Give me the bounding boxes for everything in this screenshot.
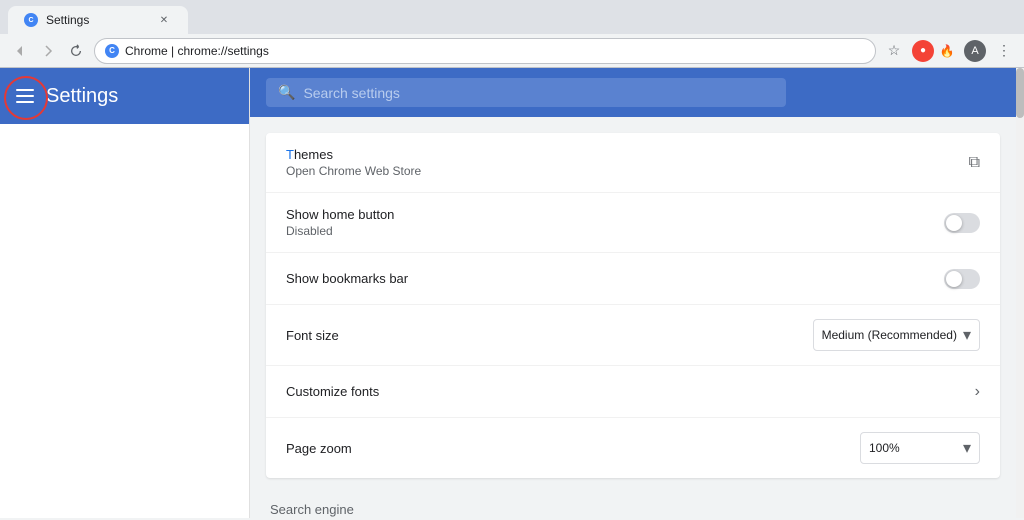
page-zoom-row: Page zoom 100% ▾ [266,418,1000,478]
customize-fonts-title: Customize fonts [286,384,975,399]
active-tab[interactable]: C Settings ✕ [8,6,188,34]
address-text: Chrome | chrome://settings [125,44,865,58]
sidebar-header: Settings [0,68,249,124]
themes-content: Themes Open Chrome Web Store [286,147,969,178]
search-input[interactable] [303,85,774,101]
ext-icon-2[interactable]: 🔥 [936,40,958,62]
toggle-knob-2 [946,271,962,287]
font-size-row: Font size Medium (Recommended) ▾ [266,305,1000,366]
back-btn[interactable] [8,39,32,63]
font-size-action: Medium (Recommended) ▾ [813,319,980,351]
page-zoom-title: Page zoom [286,441,860,456]
chrome-menu-btn[interactable]: ⋮ [992,39,1016,63]
show-bookmarks-action [944,269,980,289]
customize-fonts-content: Customize fonts [286,384,975,399]
site-favicon: C [105,44,119,58]
search-wrapper: 🔍 [266,78,786,107]
themes-t-letter: T [286,147,294,162]
page-zoom-dropdown[interactable]: 100% ▾ [860,432,980,464]
appearance-card: Themes Open Chrome Web Store ⧉ Show home… [266,133,1000,478]
themes-subtitle: Open Chrome Web Store [286,164,969,178]
settings-content: 🔍 Themes Open Chrome Web Store [250,68,1016,518]
show-home-action [944,213,980,233]
page-zoom-dropdown-arrow: ▾ [963,438,971,458]
profile-avatar[interactable]: A [964,40,986,62]
show-home-subtitle: Disabled [286,224,944,238]
tab-favicon: C [24,13,38,27]
themes-title: Themes [286,147,969,162]
show-bookmarks-toggle[interactable] [944,269,980,289]
show-home-toggle[interactable] [944,213,980,233]
scrollbar-thumb[interactable] [1016,68,1024,118]
reload-btn[interactable] [64,39,88,63]
page-zoom-value: 100% [869,441,900,455]
scrollbar[interactable] [1016,68,1024,518]
hamburger-line-2 [16,95,34,97]
customize-fonts-row[interactable]: Customize fonts › [266,366,1000,418]
font-size-dropdown[interactable]: Medium (Recommended) ▾ [813,319,980,351]
hamburger-line-1 [16,89,34,91]
hamburger-line-3 [16,101,34,103]
font-size-content: Font size [286,328,813,343]
font-size-title: Font size [286,328,813,343]
tab-close-btn[interactable]: ✕ [156,12,172,28]
show-bookmarks-title: Show bookmarks bar [286,271,944,286]
show-home-button-row: Show home button Disabled [266,193,1000,253]
tab-label: Settings [46,13,148,27]
search-bar: 🔍 [250,68,1016,117]
ext-icon-1[interactable]: ● [912,40,934,62]
extension-icons: ● 🔥 [912,40,958,62]
show-home-title: Show home button [286,207,944,222]
nav-icons [8,39,88,63]
search-icon: 🔍 [278,84,295,101]
search-engine-label: Search engine [266,494,1000,518]
page-zoom-content: Page zoom [286,441,860,456]
external-link-icon[interactable]: ⧉ [969,154,980,172]
settings-section: Themes Open Chrome Web Store ⧉ Show home… [250,117,1016,518]
browser-toolbar: C Chrome | chrome://settings ☆ ● 🔥 A ⋮ [0,34,1024,68]
show-bookmarks-content: Show bookmarks bar [286,271,944,286]
bookmark-star-btn[interactable]: ☆ [882,39,906,63]
show-home-content: Show home button Disabled [286,207,944,238]
hamburger-menu-btn[interactable] [16,89,34,103]
show-bookmarks-row: Show bookmarks bar [266,253,1000,305]
themes-action: ⧉ [969,154,980,172]
customize-fonts-chevron: › [975,383,980,401]
customize-fonts-action: › [975,383,980,401]
toggle-knob [946,215,962,231]
themes-row[interactable]: Themes Open Chrome Web Store ⧉ [266,133,1000,193]
font-size-dropdown-arrow: ▾ [963,325,971,345]
font-size-value: Medium (Recommended) [822,328,957,342]
sidebar: Settings [0,68,250,518]
forward-btn[interactable] [36,39,60,63]
address-bar[interactable]: C Chrome | chrome://settings [94,38,876,64]
page-zoom-action: 100% ▾ [860,432,980,464]
main-layout: Settings 🔍 Themes [0,68,1024,518]
sidebar-title: Settings [46,85,118,108]
tab-bar: C Settings ✕ [0,0,1024,34]
browser-wrapper: C Settings ✕ C Chrome | chrome://setting… [0,0,1024,518]
